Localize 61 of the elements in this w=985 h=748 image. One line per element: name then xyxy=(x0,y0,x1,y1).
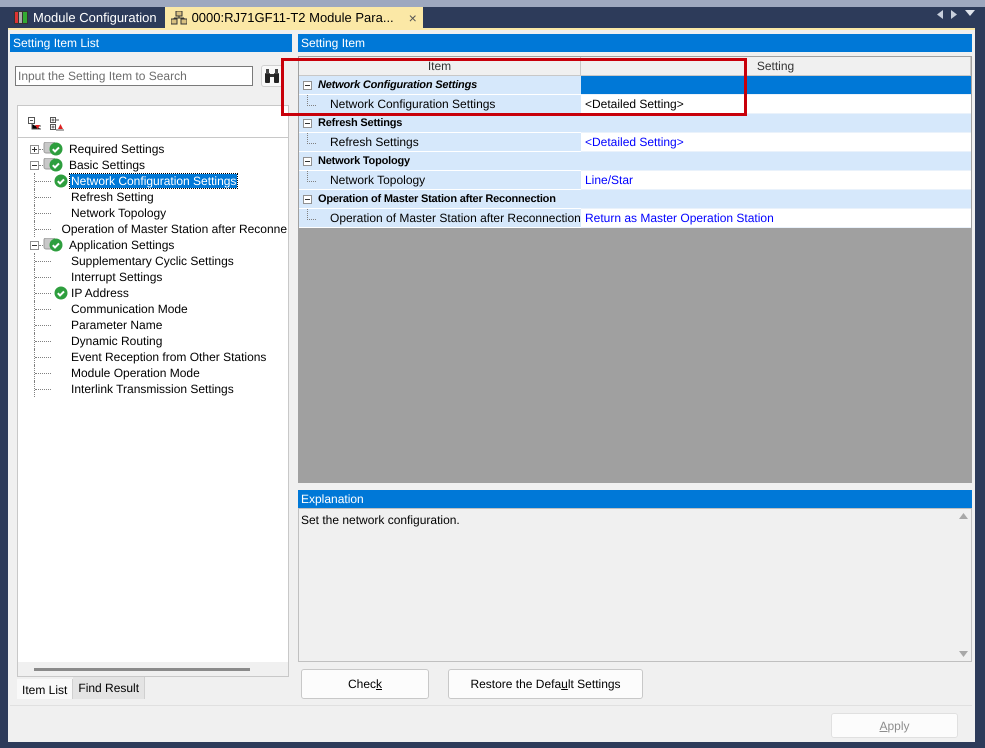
tree-item[interactable]: Network Configuration Settings xyxy=(70,174,238,188)
tree-item[interactable]: Network Topology xyxy=(70,206,168,220)
scroll-right-icon[interactable] xyxy=(951,10,957,19)
item-cell: Network Configuration Settings xyxy=(299,95,581,114)
tree-item[interactable]: Parameter Name xyxy=(70,318,164,332)
check-icon xyxy=(54,174,68,188)
panel-tab[interactable]: Find Result xyxy=(73,677,146,699)
tree-item[interactable]: IP Address xyxy=(70,286,130,300)
scroll-left-icon[interactable] xyxy=(937,10,943,19)
setting-cell[interactable]: <Detailed Setting> xyxy=(581,133,971,152)
collapse-icon[interactable] xyxy=(303,118,312,128)
group-row[interactable]: Operation of Master Station after Reconnection xyxy=(299,190,581,209)
tree-item[interactable]: Supplementary Cyclic Settings xyxy=(70,254,235,268)
check-icon xyxy=(43,238,63,252)
check-icon xyxy=(43,158,63,172)
collapse-icon[interactable] xyxy=(30,240,39,250)
setting-cell[interactable]: <Detailed Setting> xyxy=(581,95,971,114)
collapse-all-icon[interactable] xyxy=(28,117,42,131)
tree-item[interactable]: Interlink Transmission Settings xyxy=(70,382,235,396)
item-cell: Network Topology xyxy=(299,171,581,190)
check-icon xyxy=(54,286,68,300)
explanation-text: Set the network configuration. xyxy=(300,512,461,529)
panel-header: Setting Item xyxy=(298,34,972,52)
tree-item[interactable]: Dynamic Routing xyxy=(70,334,164,348)
collapse-icon[interactable] xyxy=(303,194,312,204)
group-row[interactable]: Network Topology xyxy=(299,152,581,171)
expand-all-icon[interactable] xyxy=(50,117,64,131)
tree-item[interactable]: Required Settings xyxy=(68,142,166,156)
panel-tab[interactable]: Item List xyxy=(17,679,74,699)
column-header[interactable]: Setting xyxy=(581,57,971,76)
tree-item[interactable]: Interrupt Settings xyxy=(70,270,164,284)
item-cell: Refresh Settings xyxy=(299,133,581,152)
panel-header: Explanation xyxy=(298,490,972,508)
close-icon[interactable]: × xyxy=(408,10,417,26)
panel-header: Setting Item List xyxy=(10,34,292,52)
tree-item[interactable]: Communication Mode xyxy=(70,302,189,316)
document-tab[interactable]: Module Configuration xyxy=(8,7,163,28)
collapse-icon[interactable] xyxy=(30,160,39,170)
check-icon xyxy=(43,142,63,156)
check-button[interactable]: Check xyxy=(301,669,429,699)
tree-item[interactable]: Operation of Master Station after Reconne xyxy=(60,222,288,236)
collapse-icon[interactable] xyxy=(303,80,312,90)
tree-item[interactable]: Basic Settings xyxy=(68,158,146,172)
collapse-icon[interactable] xyxy=(303,156,312,166)
setting-cell[interactable]: Return as Master Operation Station xyxy=(581,209,971,228)
tree-item[interactable]: Module Operation Mode xyxy=(70,366,201,380)
horizontal-scrollbar[interactable] xyxy=(18,662,288,676)
tree-item[interactable]: Refresh Setting xyxy=(70,190,155,204)
tree-item[interactable]: Application Settings xyxy=(68,238,176,252)
tree-item[interactable]: Event Reception from Other Stations xyxy=(70,350,268,364)
restore-defaults-button[interactable]: Restore the Default Settings xyxy=(448,669,643,699)
dropdown-icon[interactable] xyxy=(965,10,975,16)
network-icon xyxy=(170,10,187,24)
setting-cell[interactable]: Line/Star xyxy=(581,171,971,190)
document-tab[interactable]: 0000:RJ71GF11-T2 Module Para... × xyxy=(164,7,423,28)
group-row[interactable]: Network Configuration Settings xyxy=(299,76,581,95)
search-field[interactable]: Input the Setting Item to Search xyxy=(15,66,253,86)
item-cell: Operation of Master Station after Reconnection xyxy=(299,209,581,228)
rack-icon xyxy=(14,11,28,24)
find-button[interactable] xyxy=(261,65,283,87)
expand-icon[interactable] xyxy=(30,144,39,154)
